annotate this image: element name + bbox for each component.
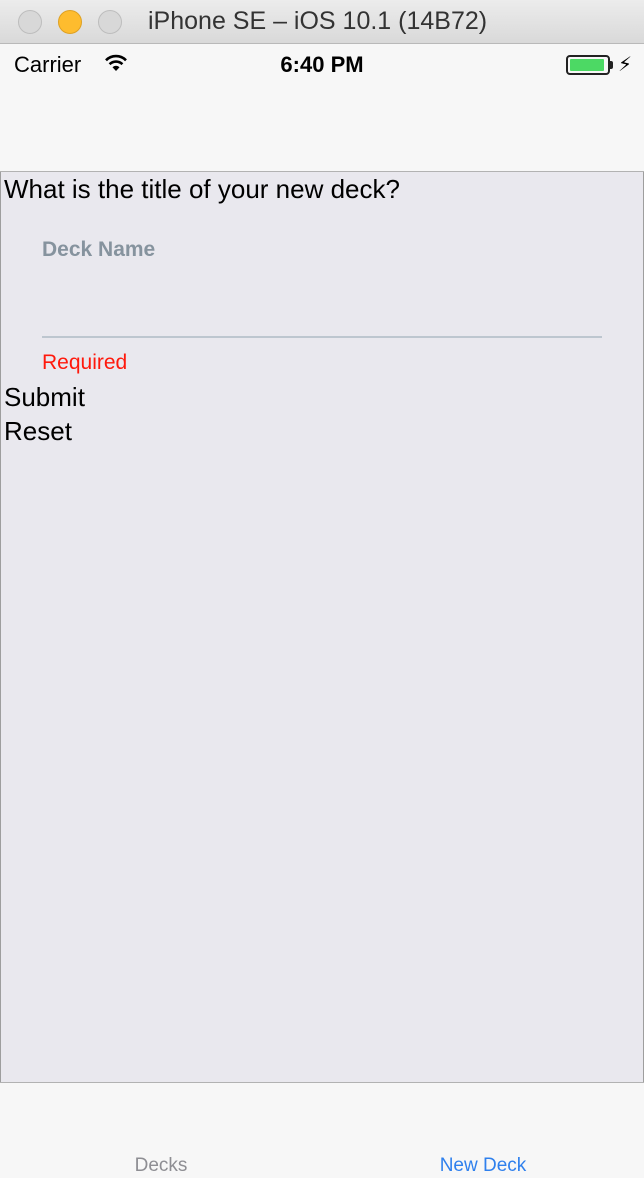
battery-nub — [610, 61, 613, 69]
page-question: What is the title of your new deck? — [4, 174, 400, 204]
zoom-window-button[interactable] — [98, 10, 122, 34]
reset-button[interactable]: Reset — [4, 416, 72, 447]
status-bar: Carrier 6:40 PM ⚡︎ — [0, 44, 644, 84]
deck-name-input[interactable] — [42, 278, 602, 338]
tab-bar: Decks New Deck — [0, 1082, 644, 1178]
minimize-window-button[interactable] — [58, 10, 82, 34]
left-border — [0, 44, 1, 1178]
deck-name-label: Deck Name — [42, 238, 156, 261]
clock: 6:40 PM — [280, 52, 364, 77]
close-window-button[interactable] — [18, 10, 42, 34]
navigation-header — [0, 84, 644, 172]
charging-bolt-icon: ⚡︎ — [618, 54, 633, 76]
tab-decks[interactable]: Decks — [0, 1155, 322, 1177]
window-title: iPhone SE – iOS 10.1 (14B72) — [148, 7, 488, 35]
tab-new-deck[interactable]: New Deck — [322, 1155, 644, 1177]
window-title-bar: iPhone SE – iOS 10.1 (14B72) — [0, 0, 644, 44]
deck-name-error: Required — [42, 351, 128, 374]
submit-button[interactable]: Submit — [4, 382, 85, 413]
battery-icon — [566, 55, 610, 75]
